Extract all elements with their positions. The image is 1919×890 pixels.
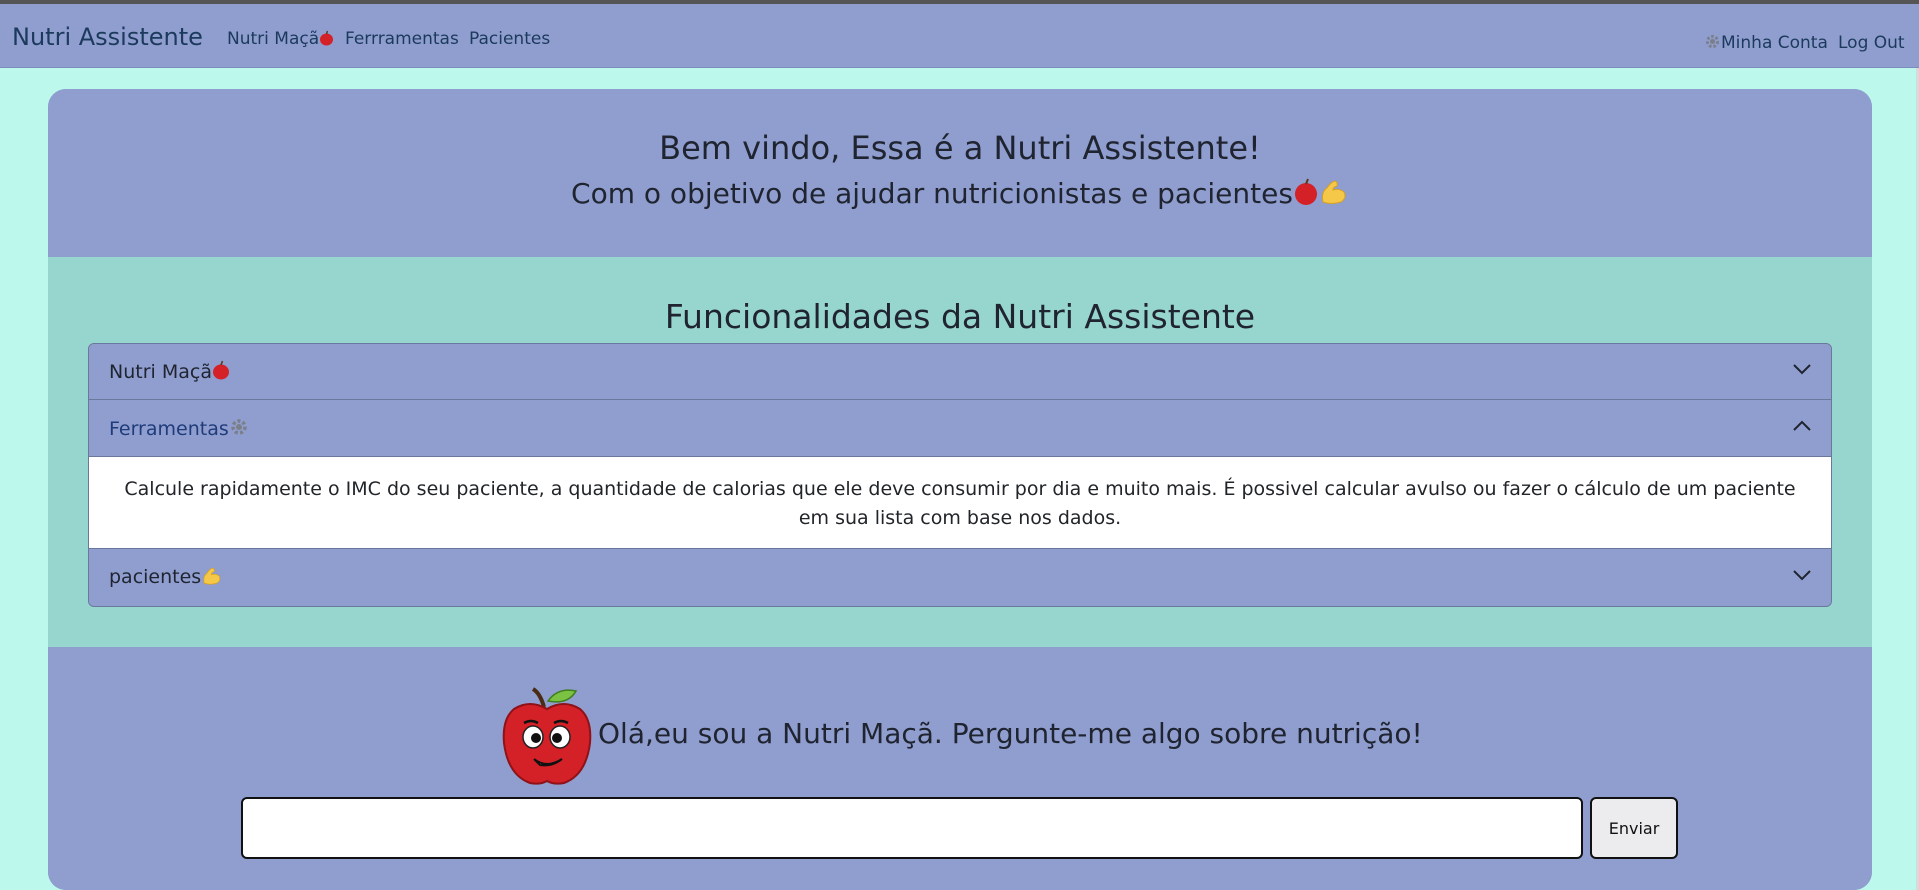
main-card: Bem vindo, Essa é a Nutri Assistente! Co…: [48, 89, 1872, 890]
chat-input[interactable]: [241, 797, 1583, 859]
nav-link-pacientes[interactable]: Pacientes: [469, 29, 550, 49]
features-title: Funcionalidades da Nutri Assistente: [664, 297, 1256, 336]
nav-link-minha-conta[interactable]: Minha Conta: [1704, 33, 1828, 53]
nav-link-nutri-maca[interactable]: Nutri Maçã: [227, 29, 334, 49]
apple-icon: [212, 360, 229, 380]
apple-icon: [320, 30, 334, 46]
send-button[interactable]: Enviar: [1590, 797, 1678, 859]
accordion-item-pacientes[interactable]: pacientes: [89, 550, 1831, 606]
flexed-biceps-icon: [203, 567, 221, 585]
account-label: Minha Conta: [1721, 33, 1828, 53]
apple-icon: [1294, 178, 1317, 205]
accordion-label: pacientes: [109, 566, 223, 588]
chat-greeting: Olá,eu sou a Nutri Maçã. Pergunte-me alg…: [598, 717, 1423, 750]
accordion-label: Nutri Maçã: [109, 360, 230, 383]
apple-mascot-icon: [502, 687, 592, 785]
flexed-biceps-icon: [1321, 180, 1346, 204]
accordion-label: Ferramentas: [109, 417, 249, 440]
gear-icon: [231, 419, 247, 435]
hero-subtitle-text: Com o objetivo de ajudar nutricionistas …: [571, 177, 1293, 210]
accordion-label-text: Nutri Maçã: [109, 361, 212, 383]
accordion-item-nutri-maca[interactable]: Nutri Maçã: [89, 344, 1831, 400]
accordion-label-text: pacientes: [109, 566, 202, 588]
logout-link[interactable]: Log Out: [1838, 33, 1905, 53]
brand-logo-text[interactable]: Nutri Assistente: [12, 23, 203, 51]
nav-link-label: Nutri Maçã: [227, 29, 320, 49]
nav-link-ferramentas[interactable]: Ferrramentas: [345, 29, 459, 49]
features-section: Funcionalidades da Nutri Assistente Nutr…: [48, 257, 1872, 647]
accordion-body-ferramentas: Calcule rapidamente o IMC do seu pacient…: [89, 457, 1831, 549]
accordion-label-text: Ferramentas: [109, 418, 229, 440]
features-accordion: Nutri Maçã Ferramentas Calcule rapidamen…: [88, 343, 1832, 607]
hero-title: Bem vindo, Essa é a Nutri Assistente!: [659, 129, 1261, 167]
hero-section: Bem vindo, Essa é a Nutri Assistente! Co…: [48, 89, 1872, 257]
chevron-down-icon: [1793, 570, 1811, 581]
accordion-item-ferramentas[interactable]: Ferramentas: [89, 401, 1831, 457]
hero-subtitle: Com o objetivo de ajudar nutricionistas …: [48, 177, 1872, 210]
chevron-down-icon: [1793, 364, 1811, 375]
gear-icon: [1705, 34, 1720, 49]
chat-section: Olá,eu sou a Nutri Maçã. Pergunte-me alg…: [48, 647, 1872, 890]
chevron-up-icon: [1793, 420, 1811, 431]
navbar: Nutri Assistente Nutri Maçã Ferrramentas…: [0, 4, 1919, 68]
